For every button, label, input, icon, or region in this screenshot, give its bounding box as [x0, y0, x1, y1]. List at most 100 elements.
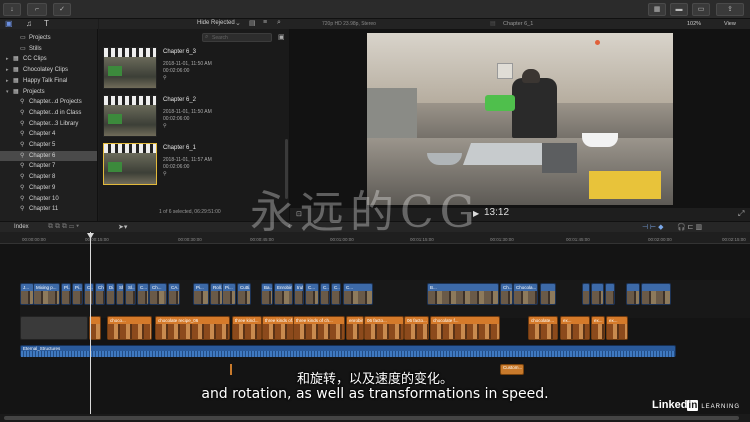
connected-clip[interactable]: C...: [331, 283, 341, 305]
sidebar-item[interactable]: ⚲ Chapter 7: [0, 161, 97, 172]
connected-clip[interactable]: Ch...: [500, 283, 513, 305]
timecode-display[interactable]: 13:12: [484, 207, 509, 218]
connected-clip[interactable]: truffle_page.png: [294, 283, 304, 305]
filmstrip-view-icon[interactable]: ▤: [249, 19, 256, 27]
connected-clip[interactable]: C...: [305, 283, 319, 305]
sidebar-item[interactable]: ⚲ Chapter 11: [0, 204, 97, 215]
connected-clip[interactable]: Shop...: [116, 283, 124, 305]
import-button[interactable]: ↓: [3, 3, 21, 16]
titles-icon[interactable]: T: [44, 19, 49, 28]
search-icon[interactable]: ⌕: [277, 19, 281, 27]
sidebar-item[interactable]: ▭ Projects: [0, 33, 97, 44]
keyword-icon: ⚲: [20, 206, 25, 213]
sidebar-item[interactable]: ▸ ▦ Chocolatey Clips: [0, 65, 97, 76]
connected-clip[interactable]: Sl...: [125, 283, 136, 305]
libraries-icon[interactable]: ▣: [5, 19, 13, 28]
timeline-toggle-button[interactable]: ▭: [692, 3, 710, 16]
audio-skim-icon[interactable]: 🎧 ⊏ ▥: [677, 223, 702, 231]
connected-clip[interactable]: Pi...: [72, 283, 83, 305]
sidebar-item[interactable]: ⚲ Chapter 4: [0, 129, 97, 140]
clip-appearance-icon[interactable]: ≡: [263, 19, 267, 26]
browser-toggle-button[interactable]: ▬: [670, 3, 688, 16]
sidebar-item[interactable]: ▸ ▦ Happy Talk Final: [0, 76, 97, 87]
fullscreen-icon[interactable]: ⤢: [738, 209, 744, 219]
connected-clip[interactable]: Cutti...: [237, 283, 251, 305]
snapping-icon[interactable]: ⊣ ⊢ ◆: [642, 223, 663, 231]
disclosure-icon[interactable]: ▸: [6, 54, 9, 65]
share-button[interactable]: ⇪: [716, 3, 744, 16]
sidebar-item[interactable]: ⚲ Chapter 8: [0, 172, 97, 183]
connected-clip[interactable]: Chocola...: [513, 283, 538, 305]
connected-clip[interactable]: [626, 283, 640, 305]
connected-clip[interactable]: [582, 283, 590, 305]
clip-tools-icon[interactable]: ⧉ ⧉ ⧉ ▭ ▾: [48, 223, 79, 231]
connected-clip[interactable]: CA...: [168, 283, 180, 305]
sidebar-item[interactable]: ⚲ Chapter 10: [0, 194, 97, 205]
sidebar-item[interactable]: ▾ ▦ Projects: [0, 87, 97, 98]
connected-clip[interactable]: [641, 283, 671, 305]
disclosure-icon[interactable]: ▸: [6, 65, 9, 76]
browser-clip[interactable]: Chapter 6_2 2018-11-01, 11:50 AM 00:02:06:…: [103, 95, 287, 141]
layout-button[interactable]: ▦: [648, 3, 666, 16]
disclosure-icon[interactable]: ▸: [6, 76, 9, 87]
sidebar-item-label: Chapter 10: [29, 195, 59, 202]
connected-clip[interactable]: Ch...: [95, 283, 105, 305]
primary-clip[interactable]: 06 facto...: [364, 316, 404, 340]
sidebar-item[interactable]: ⚲ Chapter...3 Library: [0, 119, 97, 130]
sidebar-item[interactable]: ▭ Stills: [0, 44, 97, 55]
primary-clip[interactable]: ex...: [560, 316, 590, 340]
check-button[interactable]: ✓: [53, 3, 71, 16]
connected-clip[interactable]: J...: [20, 283, 34, 305]
disclosure-icon[interactable]: ▾: [6, 87, 9, 98]
connected-clip-label: B...: [430, 285, 437, 290]
sidebar-item[interactable]: ⚲ Chapter 5: [0, 140, 97, 151]
sidebar-item[interactable]: ⚲ Chapter...d in Class: [0, 108, 97, 119]
gap-clip[interactable]: [20, 316, 88, 340]
keywords-button[interactable]: ⌐: [27, 3, 47, 16]
primary-clip[interactable]: 06 facto...: [404, 316, 429, 340]
connected-clip[interactable]: [605, 283, 615, 305]
connected-clip[interactable]: C...: [84, 283, 94, 305]
music-clip[interactable]: Eternal_Structures: [20, 345, 676, 357]
primary-clip[interactable]: ex...: [606, 316, 628, 340]
connected-clip[interactable]: C...: [137, 283, 149, 305]
timeline-scrollbar[interactable]: [0, 414, 750, 422]
connected-clip[interactable]: Mixing p...: [33, 283, 60, 305]
search-field[interactable]: ⌕ Search: [202, 33, 272, 42]
sidebar-item[interactable]: ▸ ▦ CC Clips: [0, 54, 97, 65]
connected-clip[interactable]: Pi...: [193, 283, 209, 305]
connected-clip[interactable]: C...: [320, 283, 330, 305]
primary-clip[interactable]: chocolate...: [528, 316, 558, 340]
connected-clip[interactable]: B...: [427, 283, 499, 305]
index-button[interactable]: Index: [14, 224, 29, 230]
connected-clip[interactable]: Pi...: [222, 283, 236, 305]
sidebar-item[interactable]: ⚲ Chapter 9: [0, 183, 97, 194]
primary-clip[interactable]: three kind...: [232, 316, 262, 340]
music-icon[interactable]: ♫: [26, 19, 32, 28]
primary-clip[interactable]: enrobing ch...: [346, 316, 364, 340]
primary-clip[interactable]: choco...: [107, 316, 152, 340]
browser-clip[interactable]: Chapter 6_3 2018-11-01, 11:50 AM 00:02:06:…: [103, 47, 287, 93]
connected-clip[interactable]: Ba...: [261, 283, 273, 305]
connected-clip[interactable]: [540, 283, 556, 305]
connected-clip[interactable]: [591, 283, 604, 305]
sidebar-item[interactable]: ⚲ Chapter...d Projects: [0, 97, 97, 108]
connected-clip[interactable]: Di...: [106, 283, 115, 305]
primary-clip[interactable]: chocolate recipe_06: [155, 316, 230, 340]
connected-clip[interactable]: Ch...: [149, 283, 167, 305]
primary-clip[interactable]: ex...: [591, 316, 605, 340]
clip-title: Chapter 6_3: [163, 49, 197, 55]
sidebar-item[interactable]: ⚲ Chapter 6: [0, 150, 97, 162]
primary-clip[interactable]: chocolate f...: [430, 316, 500, 340]
select-tool-icon[interactable]: ➤▾: [118, 223, 127, 231]
connected-clip[interactable]: Pl...: [61, 283, 71, 305]
zoom-popup[interactable]: 102%: [687, 21, 701, 27]
connected-clip[interactable]: Enrobing...: [274, 283, 293, 305]
filmstrip-icon[interactable]: ▣: [278, 33, 285, 41]
primary-clip[interactable]: three kinds of...: [262, 316, 294, 340]
primary-clip[interactable]: three kinds of ch...: [293, 316, 345, 340]
clip-duration: 00:02:06:00: [163, 164, 190, 170]
view-popup[interactable]: View: [724, 21, 736, 27]
filter-popup[interactable]: Hide Rejected: [197, 20, 235, 26]
connected-clip[interactable]: C...: [343, 283, 373, 305]
